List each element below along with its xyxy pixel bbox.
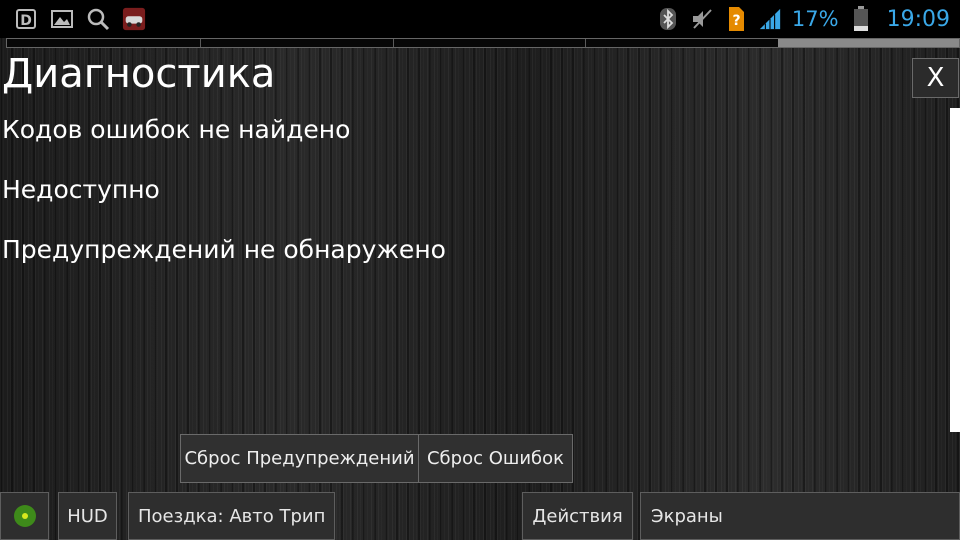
availability-status: Недоступно xyxy=(2,175,160,204)
trip-button[interactable]: Поездка: Авто Трип xyxy=(128,492,335,540)
progress-tick xyxy=(392,39,394,47)
reset-errors-button[interactable]: Сброс Ошибок xyxy=(418,434,573,483)
loading-progress-bar xyxy=(6,38,960,48)
clock: 19:09 xyxy=(886,6,950,32)
error-codes-status: Кодов ошибок не найдено xyxy=(2,115,351,144)
svg-text:?: ? xyxy=(732,13,740,29)
svg-text:D: D xyxy=(20,13,32,29)
notification-icons: D xyxy=(14,6,146,32)
signal-icon xyxy=(758,7,782,31)
alert-sim-icon: ? xyxy=(724,7,748,31)
actions-menu-button[interactable]: Действия xyxy=(522,492,633,540)
reset-warnings-button[interactable]: Сброс Предупреждений xyxy=(180,434,419,483)
status-bar: D ? 17% 19:09 xyxy=(0,0,960,38)
bluetooth-icon xyxy=(656,7,680,31)
system-status: ? 17% 19:09 xyxy=(656,4,950,34)
progress-tick xyxy=(199,39,201,47)
search-icon xyxy=(86,7,110,31)
hud-button[interactable]: HUD xyxy=(58,492,117,540)
scrollbar[interactable] xyxy=(950,108,960,432)
connection-status-button[interactable] xyxy=(0,492,49,540)
page-title: Диагностика xyxy=(2,51,276,97)
screens-menu-button[interactable]: Экраны xyxy=(640,492,960,540)
d-notification-icon: D xyxy=(14,7,38,31)
battery-percent: 17% xyxy=(791,7,839,31)
battery-icon xyxy=(849,6,873,31)
close-button[interactable]: X xyxy=(912,58,959,98)
status-light-icon xyxy=(13,505,36,527)
warnings-status: Предупреждений не обнаружено xyxy=(2,235,446,264)
app-screen: D ? 17% 19:09 Диагностика X Кодов ошибок… xyxy=(0,0,960,540)
mute-icon xyxy=(690,7,714,31)
image-icon xyxy=(50,7,74,31)
game-thumbnail-icon xyxy=(122,7,146,31)
progress-tick xyxy=(585,39,587,47)
